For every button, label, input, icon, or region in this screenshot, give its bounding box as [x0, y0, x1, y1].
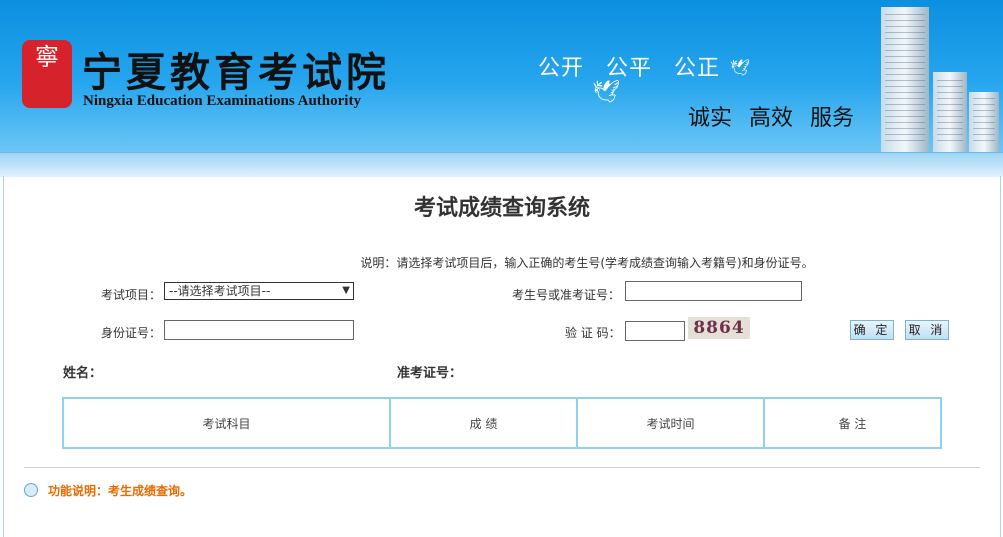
exam-item-select[interactable]: --请选择考试项目-- ▼	[164, 282, 354, 300]
lightbulb-icon	[24, 483, 38, 497]
slogan-top: 公开 公平 公正	[538, 56, 720, 81]
table-header-exam-time: 考试时间	[576, 397, 765, 449]
id-card-input[interactable]	[164, 320, 354, 340]
candidate-no-input[interactable]	[625, 281, 802, 301]
logo-english-name: Ningxia Education Examinations Authority	[83, 93, 361, 109]
slogan-bottom: 诚实 高效 服务	[688, 106, 854, 131]
logo-chinese-name: 宁夏教育考试院	[82, 49, 390, 96]
name-label: 姓名：	[63, 366, 103, 381]
instructions-text: 说明：请选择考试项目后，输入正确的考生号(学考成绩查询输入考籍号)和身份证号。	[360, 256, 814, 270]
id-card-label: 身份证号：	[101, 326, 162, 340]
header-sub-bar	[0, 152, 1003, 177]
page-title: 考试成绩查询系统	[413, 196, 590, 221]
table-header-score: 成 绩	[389, 397, 578, 449]
dove-icon: 🕊	[730, 58, 751, 77]
cancel-button[interactable]: 取 消	[905, 320, 949, 340]
divider	[24, 467, 980, 468]
dove-icon: 🕊	[592, 80, 620, 105]
candidate-no-label: 考生号或准考证号：	[512, 288, 621, 302]
table-header-row: 考试科目 成 绩 考试时间 备 注	[62, 397, 942, 449]
captcha-image[interactable]: 8864	[688, 317, 750, 339]
site-header: 寧 宁夏教育考试院 Ningxia Education Examinations…	[0, 0, 1003, 152]
main-content: 考试成绩查询系统 说明：请选择考试项目后，输入正确的考生号(学考成绩查询输入考籍…	[3, 176, 1001, 537]
score-table: 考试科目 成 绩 考试时间 备 注	[62, 397, 942, 449]
table-header-remarks: 备 注	[763, 397, 942, 449]
admission-number-label: 准考证号：	[397, 366, 463, 381]
chevron-down-icon: ▼	[342, 285, 350, 296]
captcha-label: 验 证 码：	[565, 326, 621, 340]
function-note: 功能说明：考生成绩查询。	[24, 482, 192, 499]
exam-item-label: 考试项目：	[101, 288, 162, 302]
table-header-subject: 考试科目	[62, 397, 391, 449]
logo-seal-icon: 寧	[22, 40, 72, 108]
captcha-input[interactable]	[625, 321, 685, 341]
city-buildings-image	[863, 0, 1003, 152]
confirm-button[interactable]: 确 定	[850, 320, 894, 340]
